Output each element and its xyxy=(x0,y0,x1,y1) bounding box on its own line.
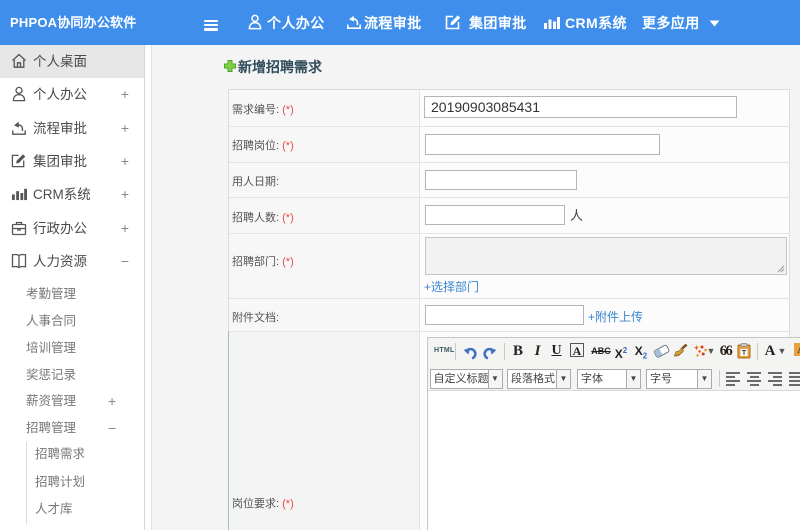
svg-text:T: T xyxy=(742,350,747,357)
